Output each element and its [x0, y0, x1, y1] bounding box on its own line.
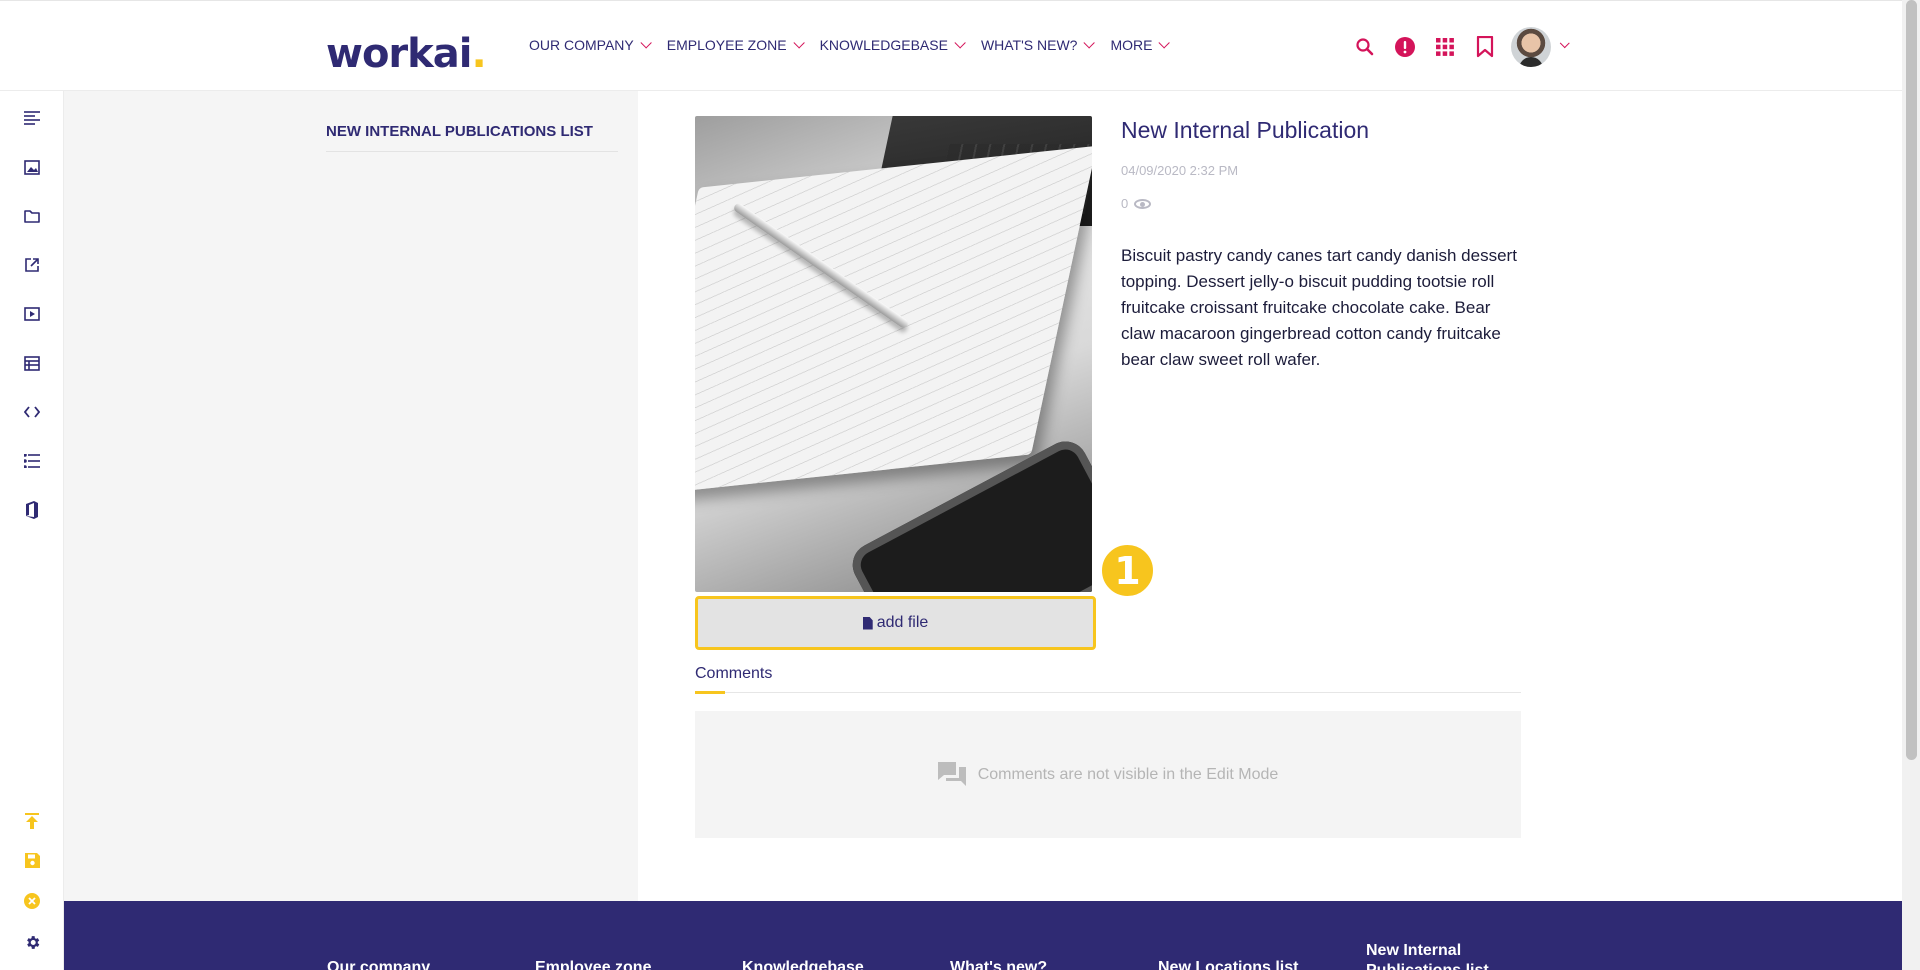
footer-link-knowledgebase[interactable]: Knowledgebase: [742, 959, 864, 970]
external-link-icon[interactable]: [21, 254, 43, 276]
chevron-down-icon: [954, 37, 966, 49]
folder-icon[interactable]: [21, 205, 43, 227]
publication-body[interactable]: Biscuit pastry candy canes tart candy da…: [1121, 243, 1521, 373]
code-icon[interactable]: [21, 401, 43, 423]
file-icon: [862, 616, 873, 630]
publication-content: 1 add file New Internal Publication 04/0…: [638, 91, 1902, 901]
eye-icon: [1134, 198, 1152, 209]
alert-icon[interactable]: [1385, 27, 1425, 67]
main-nav: OUR COMPANY EMPLOYEE ZONE KNOWLEDGEBASE …: [529, 37, 1185, 53]
footer-link-new-internal-publications[interactable]: New Internal Publications list: [1366, 941, 1506, 970]
nav-employee-zone[interactable]: EMPLOYEE ZONE: [667, 37, 805, 53]
bookmark-icon[interactable]: [1465, 27, 1505, 67]
top-header: workai. OUR COMPANY EMPLOYEE ZONE KNOWLE…: [0, 0, 1902, 91]
comments-icon: [937, 761, 966, 786]
close-icon[interactable]: [21, 890, 43, 912]
nav-knowledgebase[interactable]: KNOWLEDGEBASE: [820, 37, 966, 53]
avatar[interactable]: [1511, 27, 1551, 67]
table-icon[interactable]: [21, 352, 43, 374]
footer-link-whats-new[interactable]: What's new?: [950, 959, 1047, 970]
chevron-down-icon: [1083, 37, 1096, 49]
chevron-down-icon[interactable]: [1559, 37, 1570, 48]
chevron-down-icon: [1158, 37, 1171, 49]
workai-logo[interactable]: workai.: [326, 31, 487, 77]
search-icon[interactable]: [1345, 27, 1385, 67]
publication-title[interactable]: New Internal Publication: [1121, 117, 1369, 144]
publication-image[interactable]: [695, 116, 1092, 592]
add-file-button[interactable]: add file: [695, 596, 1096, 650]
chevron-down-icon: [793, 37, 805, 49]
nav-more[interactable]: MORE: [1110, 37, 1171, 53]
sidebar-title[interactable]: NEW INTERNAL PUBLICATIONS LIST: [326, 123, 618, 152]
tab-divider: [695, 692, 1521, 693]
apps-grid-icon[interactable]: [1425, 27, 1465, 67]
tab-active-indicator: [695, 691, 725, 694]
step-badge: 1: [1099, 542, 1156, 599]
site-footer: Our company Employee zone Knowledgebase …: [64, 901, 1902, 970]
save-icon[interactable]: [21, 849, 43, 871]
comments-placeholder: Comments are not visible in the Edit Mod…: [695, 711, 1521, 838]
office-icon[interactable]: [21, 499, 43, 521]
chevron-down-icon: [640, 37, 652, 49]
view-count: 0: [1121, 196, 1152, 211]
page-scrollbar[interactable]: [1902, 0, 1920, 970]
footer-link-new-locations[interactable]: New Locations list: [1158, 959, 1298, 970]
footer-link-employee-zone[interactable]: Employee zone: [535, 959, 651, 970]
scrollbar-thumb[interactable]: [1906, 0, 1917, 760]
list-icon[interactable]: [21, 450, 43, 472]
nav-our-company[interactable]: OUR COMPANY: [529, 37, 652, 53]
upload-icon[interactable]: [21, 810, 43, 832]
publication-date: 04/09/2020 2:32 PM: [1121, 163, 1239, 178]
editor-toolbar: [0, 91, 64, 970]
footer-link-our-company[interactable]: Our company: [327, 959, 430, 970]
gear-icon[interactable]: [21, 931, 43, 953]
video-icon[interactable]: [21, 303, 43, 325]
nav-whats-new[interactable]: WHAT'S NEW?: [981, 37, 1096, 53]
comments-empty-message: Comments are not visible in the Edit Mod…: [977, 765, 1279, 783]
publications-sidebar: NEW INTERNAL PUBLICATIONS LIST: [64, 91, 638, 901]
text-align-icon[interactable]: [21, 107, 43, 129]
image-icon[interactable]: [21, 156, 43, 178]
header-actions: [1345, 27, 1570, 67]
tab-comments[interactable]: Comments: [695, 665, 772, 683]
